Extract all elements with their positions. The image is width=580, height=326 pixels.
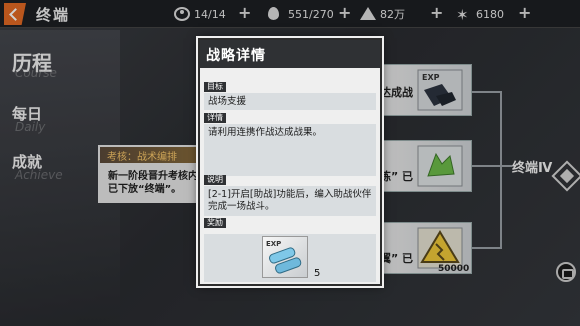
modal-title: 战略详情 xyxy=(206,48,266,64)
exp-capsule-icon: EXP xyxy=(266,240,302,274)
reward-label: 奖励 xyxy=(204,218,226,228)
reward-quantity: 5 xyxy=(314,268,321,279)
strategy-detail-modal: 战略详情 目标 战场支援 详情 请利用连携作战达成战果。 说明 [2-1]开启[… xyxy=(198,38,382,286)
reward-item[interactable]: EXP xyxy=(262,236,308,278)
reward-section: 奖励 xyxy=(204,210,376,229)
note-label: 说明 xyxy=(204,175,226,185)
detail-label: 详情 xyxy=(204,113,226,123)
modal-header: 战略详情 xyxy=(200,40,380,68)
detail-section: 详情 请利用连携作战达成战果。 xyxy=(204,105,376,176)
note-section: 说明 [2-1]开启[助战]功能后，编入助战伙伴完成一场战斗。 xyxy=(204,167,376,216)
reward-item-tag: EXP xyxy=(266,240,281,248)
target-label: 目标 xyxy=(204,82,226,92)
